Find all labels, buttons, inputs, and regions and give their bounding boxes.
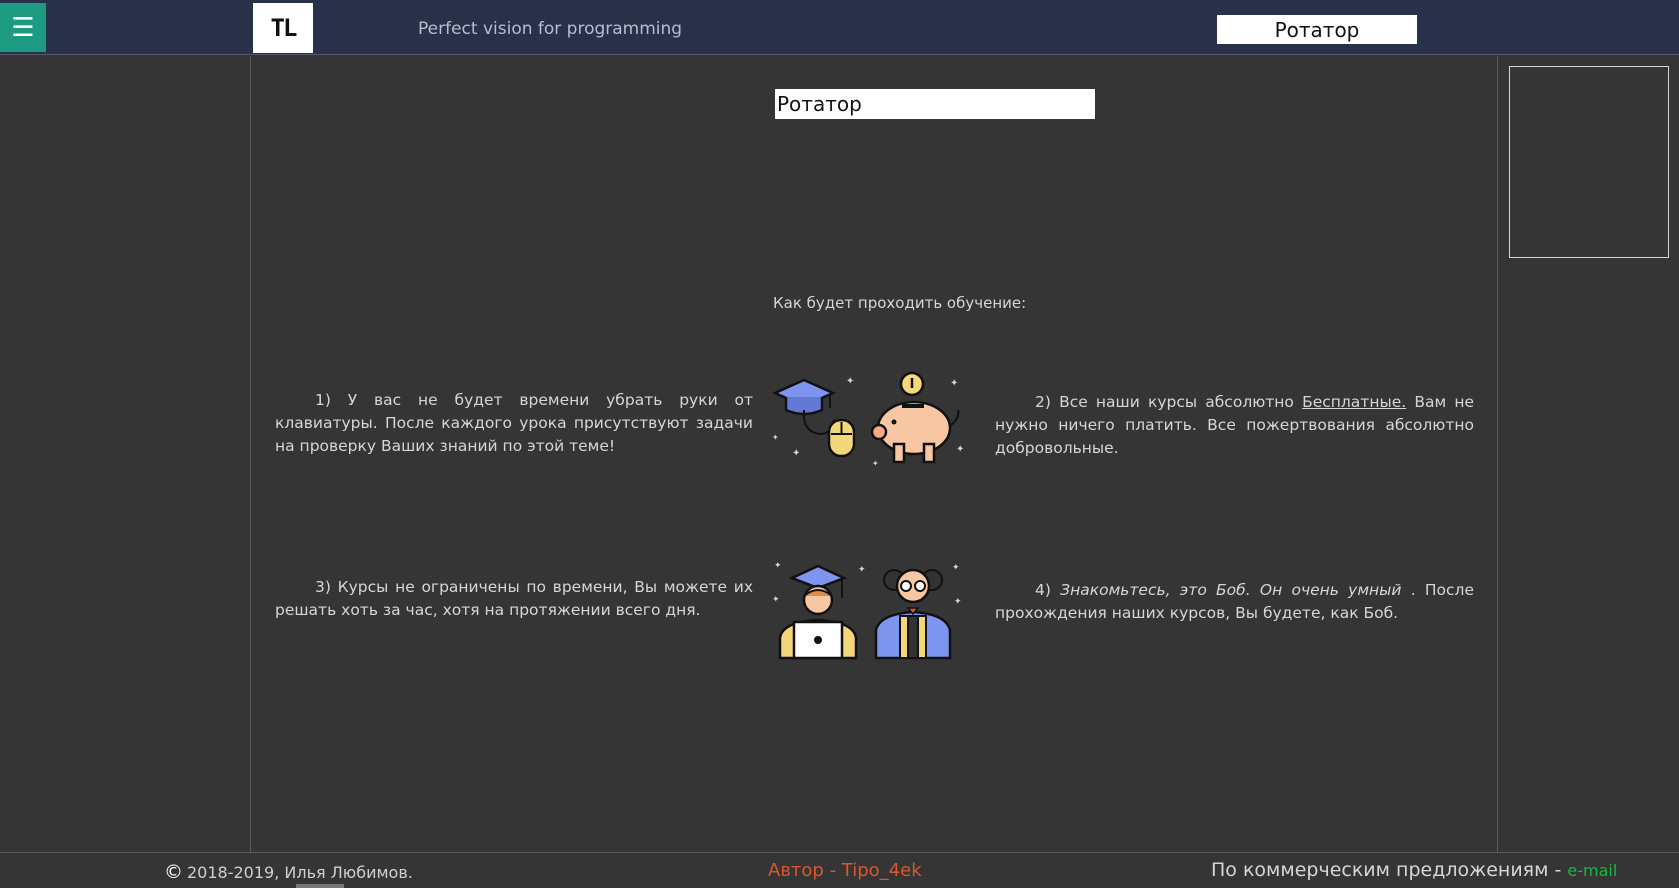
svg-text:✦: ✦ xyxy=(772,595,780,605)
free-link[interactable]: Бесплатные. xyxy=(1302,393,1406,411)
professor-icon: ✦ ✦ xyxy=(874,563,962,660)
menu-icon[interactable]: ☰ xyxy=(0,3,46,52)
commercial-offer: По коммерческим предложениям - e-mail xyxy=(1211,859,1618,881)
horizontal-scrollbar[interactable] xyxy=(296,884,344,888)
illustration-row-1: ✦ ✦ ✦ ✦ ✦ ✦ xyxy=(772,371,964,468)
main-rotator-banner[interactable]: Ротатор xyxy=(775,89,1095,119)
svg-text:✦: ✦ xyxy=(872,459,879,468)
tagline: Perfect vision for programming xyxy=(418,19,683,39)
copyright: © 2018-2019, Илья Любимов. xyxy=(164,861,413,883)
svg-text:✦: ✦ xyxy=(858,565,866,575)
author-link[interactable]: Автор - Tipo_4ek xyxy=(768,860,922,881)
svg-text:✦: ✦ xyxy=(952,563,960,573)
piggy-bank-icon: ✦ ✦ ✦ xyxy=(870,371,964,468)
svg-text:✦: ✦ xyxy=(954,597,962,607)
section-title: Как будет проходить обучение: xyxy=(773,294,1027,312)
graduation-cap-mouse-icon: ✦ ✦ ✦ xyxy=(772,376,856,459)
email-link[interactable]: e-mail xyxy=(1567,861,1617,880)
left-sidebar xyxy=(0,56,251,852)
svg-text:✦: ✦ xyxy=(772,433,779,442)
svg-text:✦: ✦ xyxy=(792,448,800,459)
feature-1-text: 1) У вас не будет времени убрать руки от… xyxy=(275,391,753,455)
feature-2-text: 2) Все наши курсы абсолютно Бесплатные. … xyxy=(995,393,1474,457)
copyright-icon: © xyxy=(164,861,183,883)
svg-text:✦: ✦ xyxy=(956,444,964,455)
header-rotator-banner[interactable]: Ротатор xyxy=(1217,15,1417,44)
feature-3-text: 3) Курсы не ограничены по времени, Вы мо… xyxy=(275,578,753,619)
svg-text:✦: ✦ xyxy=(774,561,782,571)
footer: © 2018-2019, Илья Любимов. Автор - Tipo_4… xyxy=(0,852,1679,888)
feature-4-text: 4) Знакомьтесь, это Боб. Он очень умный … xyxy=(995,581,1474,622)
svg-text:✦: ✦ xyxy=(950,378,958,389)
student-laptop-icon: ✦ ✦ ✦ xyxy=(772,561,866,660)
illustration-row-2: ✦ ✦ ✦ ✦ ✦ xyxy=(772,561,962,660)
ad-placeholder[interactable] xyxy=(1509,66,1669,258)
svg-text:✦: ✦ xyxy=(846,376,854,387)
site-logo[interactable]: TL xyxy=(253,3,313,53)
header-bar: ☰ TL Perfect vision for programming Рота… xyxy=(0,0,1679,55)
